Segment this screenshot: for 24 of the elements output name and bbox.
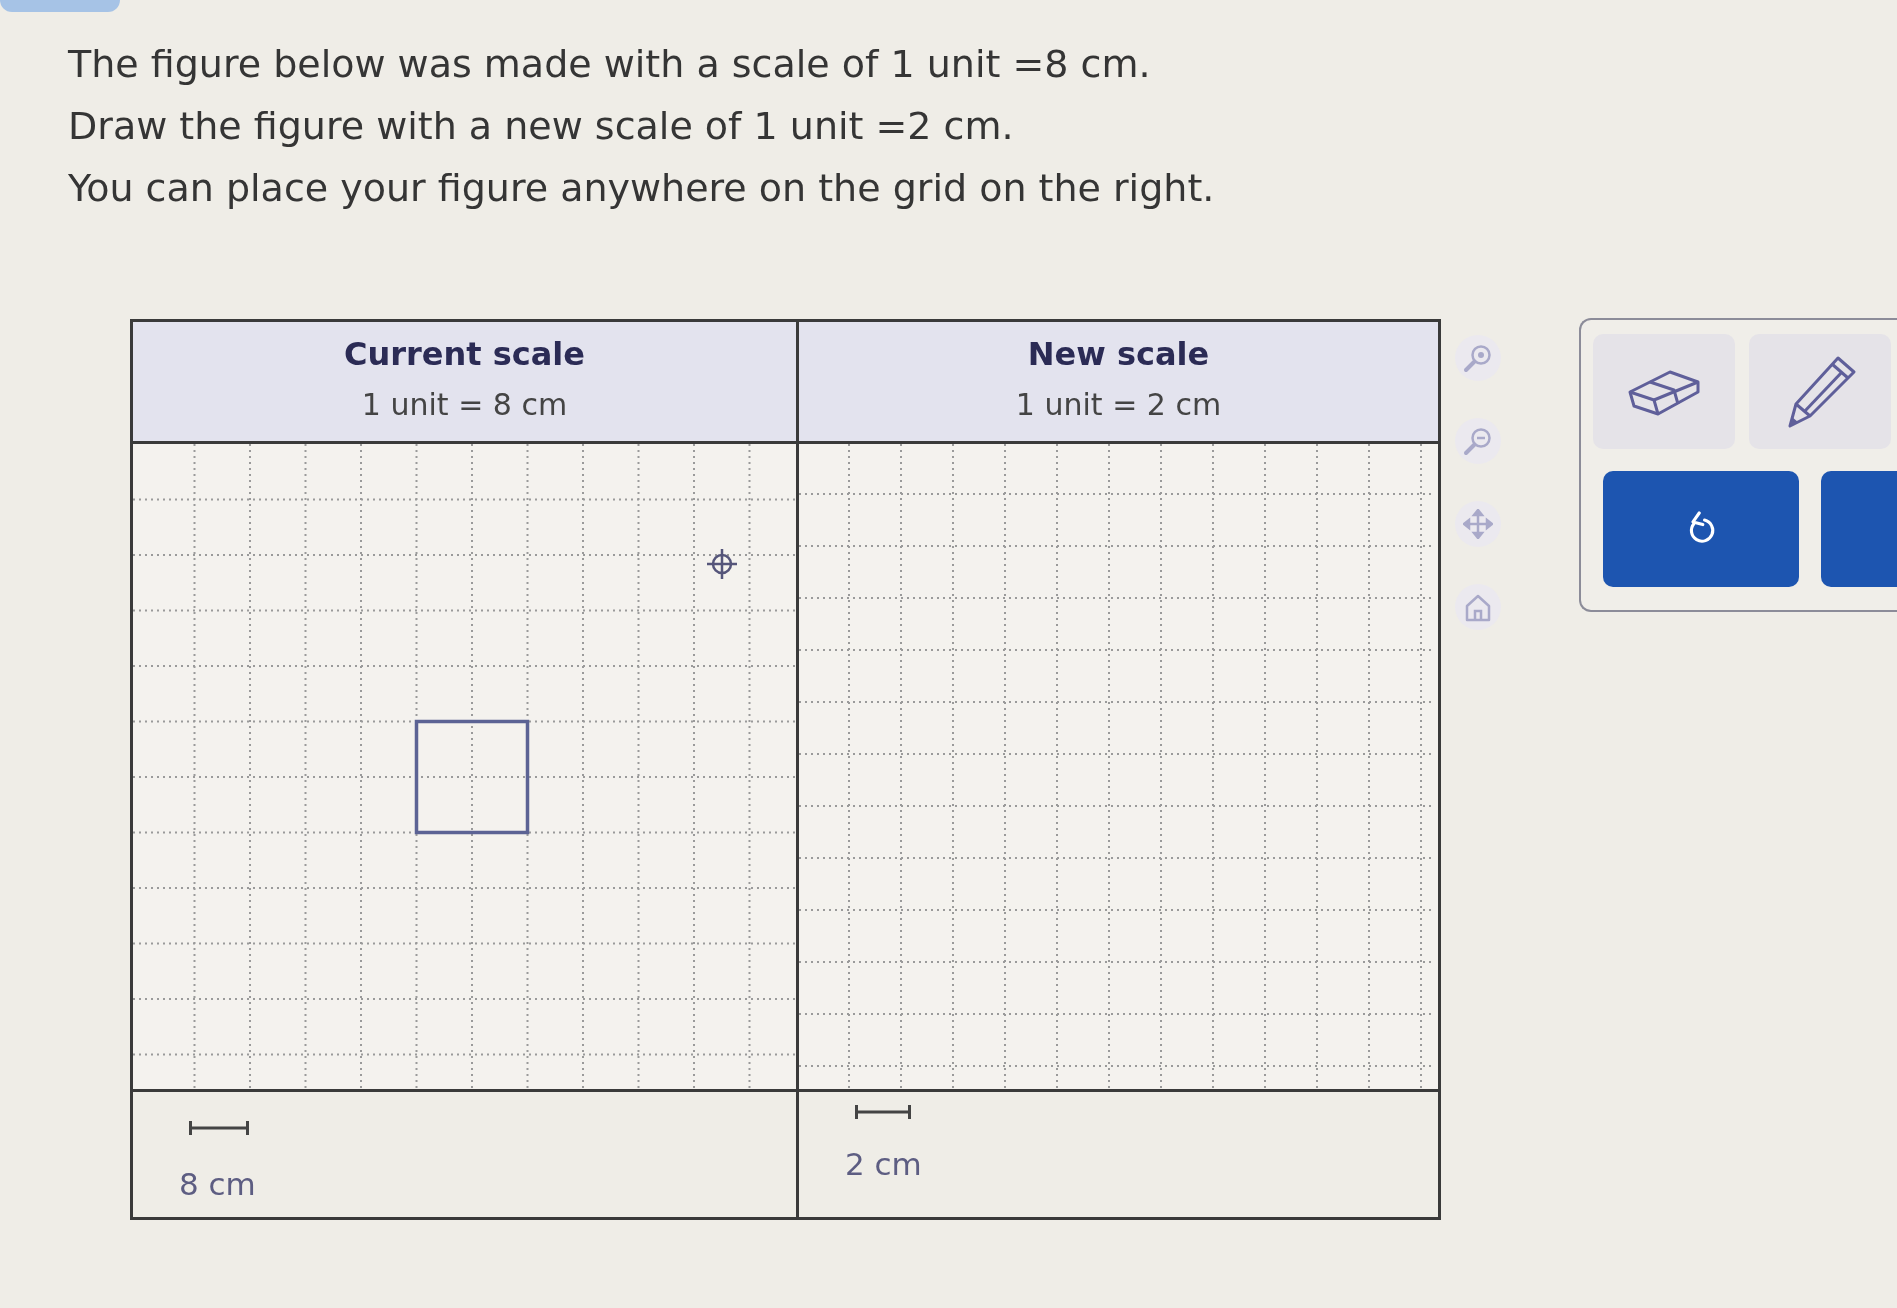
scale-bar-label: 2 cm (845, 1146, 922, 1182)
zoom-out-button[interactable] (1455, 418, 1501, 464)
pan-button[interactable] (1455, 501, 1501, 547)
scale-bar-icon (855, 1104, 911, 1120)
home-button[interactable] (1455, 584, 1501, 630)
pencil-button[interactable] (1749, 334, 1891, 449)
tab[interactable] (0, 0, 120, 12)
instruction-text: Draw the figure with a new scale of 1 unit =2 cm. (68, 103, 1014, 150)
scale-text: 1 unit = 8 cm (361, 386, 568, 424)
eraser-button[interactable] (1593, 334, 1735, 449)
scale-text: 1 unit = 2 cm (1015, 386, 1222, 424)
column-title: New scale (1027, 334, 1210, 374)
column-title: Current scale (344, 334, 585, 374)
scale-bar-label: 8 cm (179, 1166, 256, 1202)
move-icon (1463, 509, 1493, 539)
scale-bar-icon (189, 1120, 249, 1136)
instruction-text: You can place your figure anywhere on the grid on the right. (68, 165, 1215, 212)
instruction-text: The figure below was made with a scale of 1 unit =8 cm. (68, 41, 1151, 88)
undo-button[interactable] (1603, 471, 1799, 587)
zoom-in-icon (1463, 343, 1493, 373)
zoom-in-button[interactable] (1455, 335, 1501, 381)
crosshair-icon (707, 549, 737, 579)
home-icon (1463, 592, 1493, 622)
zoom-out-icon (1463, 426, 1493, 456)
